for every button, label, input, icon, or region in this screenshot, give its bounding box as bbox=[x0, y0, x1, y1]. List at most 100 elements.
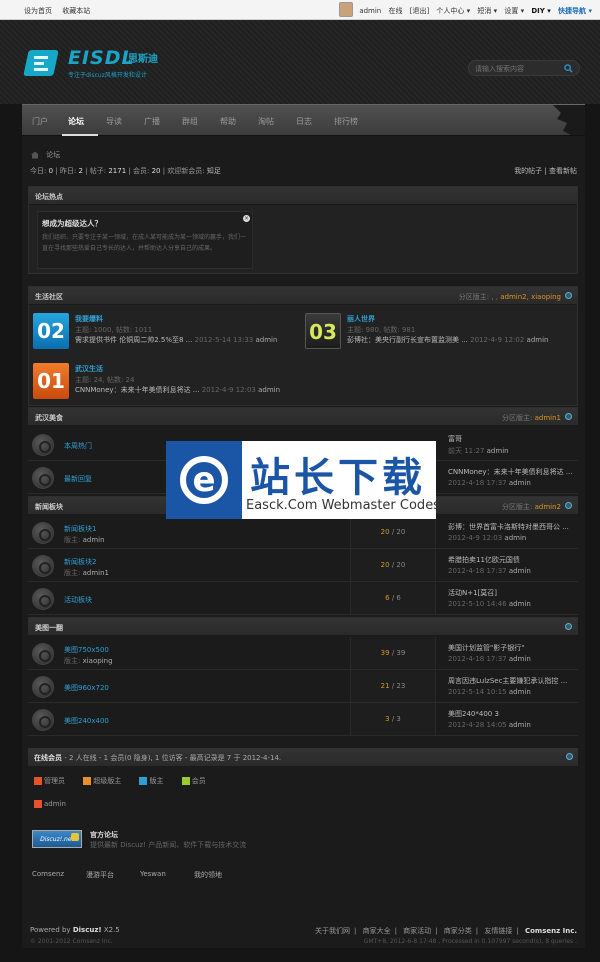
my-posts-links[interactable]: 我的帖子 | 查看新帖 bbox=[514, 166, 577, 176]
product-link[interactable]: Discuz! bbox=[73, 926, 102, 934]
search-icon[interactable] bbox=[564, 64, 573, 73]
forum-last-post[interactable]: CNNMoney：未来十年美债利息将达 ... 2012-4-9 12:03 a… bbox=[75, 385, 280, 395]
nav-collections[interactable]: 淘帖 bbox=[258, 116, 274, 127]
hot-question[interactable]: 想成为超级达人？ bbox=[42, 218, 102, 229]
last-post-user[interactable]: admin bbox=[509, 479, 531, 487]
last-post-title[interactable]: 美图240*400 3 bbox=[448, 709, 499, 719]
last-post-title[interactable]: 美国计划监管"影子银行" bbox=[448, 643, 524, 653]
comsenz-link[interactable]: Comsenz Inc. bbox=[525, 927, 577, 935]
text-link[interactable]: Yeswan bbox=[140, 870, 166, 878]
collapse-toggle-icon[interactable] bbox=[565, 623, 572, 630]
logo-text[interactable]: EISDL bbox=[68, 47, 135, 69]
online-status-link[interactable]: 在线 bbox=[388, 7, 402, 15]
forum-name[interactable]: 丽人世界 bbox=[347, 314, 375, 324]
footer-link[interactable]: 商家分类 bbox=[444, 927, 472, 935]
last-post-user[interactable]: admin bbox=[258, 386, 280, 394]
nav-help[interactable]: 帮助 bbox=[220, 116, 236, 127]
news-mod-names[interactable]: admin2 bbox=[535, 503, 561, 511]
moderator-name[interactable]: admin1 bbox=[83, 569, 109, 577]
forum-name[interactable]: 我要爆料 bbox=[75, 314, 103, 324]
search-input[interactable] bbox=[475, 63, 559, 74]
last-post-user[interactable]: admin bbox=[487, 447, 509, 455]
settings-menu[interactable]: 设置 ▾ bbox=[504, 7, 524, 15]
set-homepage-link[interactable]: 设为首页 bbox=[24, 7, 52, 15]
life-mod-names[interactable]: admin2, xiaoping bbox=[500, 293, 561, 301]
forum-row[interactable]: 美图960x720 21 / 23 周言因违LulzSec主要嫌犯承认指控 ..… bbox=[28, 670, 578, 703]
forum-row[interactable]: 美图750x500 版主: xiaoping 39 / 39 美国计划监管"影子… bbox=[28, 637, 578, 670]
last-post-user[interactable]: admin bbox=[509, 655, 531, 663]
forum-row[interactable]: 美图240x400 3 / 3 美图240*400 3 2012-4-28 14… bbox=[28, 703, 578, 736]
forum-last-post[interactable]: 彭博社：美央行副行长宣布置监测美 ... 2012-4-9 12:02 admi… bbox=[347, 335, 548, 345]
profile-menu[interactable]: 个人中心 ▾ bbox=[436, 7, 470, 15]
last-post-title[interactable]: 彭博社：美央行副行长宣布置监测美 ... bbox=[347, 336, 468, 344]
forum-name[interactable]: 活动板块 bbox=[64, 595, 92, 605]
newest-member-link[interactable]: 知足 bbox=[207, 167, 221, 175]
home-icon[interactable] bbox=[30, 151, 40, 159]
official-forum-link[interactable]: 官方论坛 bbox=[90, 830, 118, 840]
footer-link[interactable]: 友情链接 bbox=[484, 927, 512, 935]
nav-groups[interactable]: 群组 bbox=[182, 116, 198, 127]
moderator-name[interactable]: xiaoping bbox=[83, 657, 113, 665]
diy-menu[interactable]: DIY ▾ bbox=[531, 7, 550, 15]
text-link[interactable]: Comsenz bbox=[32, 870, 64, 878]
last-post-user[interactable]: admin bbox=[509, 567, 531, 575]
nav-blog[interactable]: 日志 bbox=[296, 116, 312, 127]
last-post-user[interactable]: admin bbox=[509, 721, 531, 729]
close-icon[interactable]: × bbox=[243, 215, 250, 222]
collapse-toggle-icon[interactable] bbox=[565, 292, 572, 299]
online-user[interactable]: admin bbox=[34, 800, 66, 808]
footer-link[interactable]: 关于我们网 bbox=[315, 927, 350, 935]
footer-link[interactable]: 商家活动 bbox=[403, 927, 431, 935]
online-username[interactable]: admin bbox=[44, 800, 66, 808]
last-post-title[interactable]: 彭博：世界首富卡洛斯特对墨西哥公 ... bbox=[448, 522, 569, 532]
last-post-title[interactable]: CNNMoney：未来十年美债利息将达 ... bbox=[75, 386, 199, 394]
forum-name[interactable]: 武汉生活 bbox=[75, 364, 103, 374]
discuz-badge[interactable]: Discuz!.net bbox=[32, 830, 82, 848]
last-post-title[interactable]: 周言因违LulzSec主要嫌犯承认指控 ... bbox=[448, 676, 567, 686]
username-link[interactable]: admin bbox=[359, 7, 381, 15]
logout-link[interactable]: [退出] bbox=[410, 7, 429, 15]
nav-broadcast[interactable]: 广播 bbox=[144, 116, 160, 127]
forum-name[interactable]: 新闻板块2 bbox=[64, 557, 96, 567]
last-post-title[interactable]: CNNMoney：未来十年美债利息将达 ... bbox=[448, 467, 572, 477]
forum-row[interactable]: 新闻板块2 版主: admin1 20 / 20 希腊拍卖11亿欧元国债 201… bbox=[28, 549, 578, 582]
forum-last-post[interactable]: 需求提供书件 伦铜周二帅2.5%至8 ... 2012-5-14 13:33 a… bbox=[75, 335, 277, 345]
last-post-title[interactable]: 希腊拍卖11亿欧元国债 bbox=[448, 555, 520, 565]
last-post-user[interactable]: admin bbox=[255, 336, 277, 344]
forum-name[interactable]: 最新回复 bbox=[64, 474, 92, 484]
forum-name[interactable]: 本周热门 bbox=[64, 441, 92, 451]
forum-row[interactable]: 活动板块 6 / 6 活动N+1[莫召] 2012-5-10 14:46 adm… bbox=[28, 582, 578, 615]
collapse-toggle-icon[interactable] bbox=[565, 502, 572, 509]
forum-row[interactable]: 新闻板块1 版主: admin 20 / 20 彭博：世界首富卡洛斯特对墨西哥公… bbox=[28, 516, 578, 549]
text-link[interactable]: 我的领地 bbox=[194, 870, 222, 880]
nav-ranking[interactable]: 排行榜 bbox=[334, 116, 358, 127]
forum-name[interactable]: 美图960x720 bbox=[64, 683, 109, 693]
bookmark-link[interactable]: 收藏本站 bbox=[62, 7, 90, 15]
messages-menu[interactable]: 短消 ▾ bbox=[477, 7, 497, 15]
collapse-toggle-icon[interactable] bbox=[565, 413, 572, 420]
nav-portal[interactable]: 门户 bbox=[32, 116, 48, 127]
breadcrumb-forum[interactable]: 论坛 bbox=[46, 151, 60, 159]
collapse-toggle-icon[interactable] bbox=[566, 753, 573, 760]
hot-item[interactable]: 想成为超级达人？ 我们组织、只要专注于某一领域，在成人某可能成为某一领域的赢手，… bbox=[37, 211, 253, 269]
logo-icon[interactable] bbox=[23, 44, 66, 80]
last-post-user[interactable]: admin bbox=[504, 534, 526, 542]
online-title[interactable]: 在线会员 bbox=[34, 754, 62, 762]
moderator-name[interactable]: admin bbox=[83, 536, 105, 544]
last-post-user[interactable]: admin bbox=[509, 688, 531, 696]
footer-link[interactable]: 商家大全 bbox=[363, 927, 391, 935]
last-post-title[interactable]: 活动N+1[莫召] bbox=[448, 588, 497, 598]
last-post-title[interactable]: 富哥 bbox=[448, 434, 462, 444]
nav-forum[interactable]: 论坛 bbox=[68, 116, 84, 127]
last-post-user[interactable]: admin bbox=[509, 600, 531, 608]
nav-guide[interactable]: 导读 bbox=[106, 116, 122, 127]
last-post-title[interactable]: 需求提供书件 伦铜周二帅2.5%至8 ... bbox=[75, 336, 192, 344]
quick-nav-menu[interactable]: 快捷导航 ▾ bbox=[558, 7, 592, 15]
text-link[interactable]: 漫游平台 bbox=[86, 870, 114, 880]
food-mod-names[interactable]: admin1 bbox=[535, 414, 561, 422]
forum-name[interactable]: 美图750x500 bbox=[64, 645, 109, 655]
forum-name[interactable]: 美图240x400 bbox=[64, 716, 109, 726]
last-post-user[interactable]: admin bbox=[527, 336, 549, 344]
forum-name[interactable]: 新闻板块1 bbox=[64, 524, 96, 534]
avatar[interactable] bbox=[339, 2, 353, 17]
